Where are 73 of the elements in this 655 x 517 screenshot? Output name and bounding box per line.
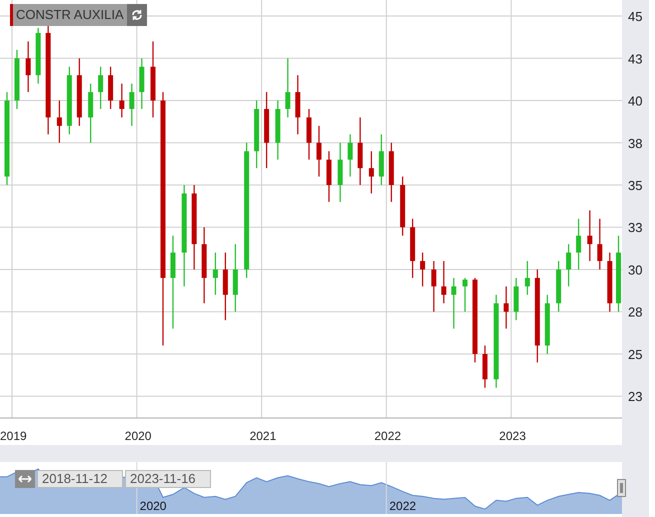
candle <box>295 75 300 134</box>
end-date-field[interactable]: 2023-11-16 <box>125 470 211 488</box>
candle <box>88 84 94 143</box>
instrument-label: CONSTR AUXILIA <box>13 4 127 26</box>
candle <box>451 278 456 329</box>
y-axis-label: 25 <box>628 346 642 362</box>
candle <box>316 126 322 177</box>
candle <box>36 28 41 84</box>
candle <box>544 294 550 354</box>
y-axis-label: 28 <box>628 304 642 320</box>
candle <box>139 58 144 109</box>
y-axis-label: 43 <box>628 51 642 66</box>
candle <box>388 142 394 202</box>
candle <box>576 218 582 270</box>
candle <box>348 134 353 177</box>
candle <box>98 66 104 109</box>
y-axis-label: 38 <box>628 136 642 151</box>
candle <box>524 261 530 295</box>
candle <box>504 286 509 329</box>
candle <box>66 66 72 134</box>
candle <box>285 58 290 118</box>
candle <box>254 100 260 168</box>
navigator-year-label: 2022 <box>389 499 416 513</box>
candle <box>514 278 519 320</box>
candle <box>441 261 446 304</box>
x-axis-label: 2020 <box>124 429 152 443</box>
candle <box>338 142 343 202</box>
candle <box>212 252 218 295</box>
candle <box>76 58 82 126</box>
candle <box>587 210 592 262</box>
y-axis-label: 40 <box>628 94 642 109</box>
navigator-year-label: 2020 <box>140 499 166 513</box>
x-axis-label: 2021 <box>250 429 276 443</box>
candle <box>400 176 406 236</box>
color-marker <box>10 4 13 26</box>
candle <box>108 66 114 109</box>
candle <box>232 244 238 312</box>
candle <box>14 50 20 109</box>
refresh-icon <box>130 9 143 21</box>
y-axis-label: 45 <box>628 9 642 24</box>
start-date-field[interactable]: 2018-11-12 <box>37 470 123 488</box>
candle <box>358 117 363 185</box>
range-handle[interactable] <box>617 479 626 497</box>
candle <box>222 252 228 320</box>
range-button[interactable] <box>15 470 35 488</box>
y-axis-label: 33 <box>628 220 642 236</box>
candle <box>306 108 312 160</box>
candle <box>26 41 31 92</box>
candle <box>431 261 436 312</box>
candle <box>119 84 124 118</box>
refresh-button[interactable] <box>126 4 147 26</box>
candle <box>607 252 612 312</box>
x-axis-label: 2023 <box>499 429 526 443</box>
candle <box>566 244 572 286</box>
x-axis-label: 2019 <box>0 429 27 443</box>
y-axis-label: 23 <box>628 389 642 404</box>
candle <box>462 278 468 312</box>
candle <box>129 84 134 126</box>
candle <box>420 252 426 286</box>
candle <box>326 151 332 202</box>
candle <box>275 100 280 160</box>
x-axis-label: 2022 <box>374 429 402 443</box>
candle <box>368 151 374 194</box>
candle <box>56 100 62 143</box>
candle <box>482 346 488 388</box>
side-panel <box>622 462 649 517</box>
candle <box>378 134 384 185</box>
candle <box>410 218 416 278</box>
y-axis-label: 35 <box>628 178 642 193</box>
y-axis-label: 30 <box>628 262 642 278</box>
candle <box>597 218 602 270</box>
candle <box>556 261 562 312</box>
double-arrow-icon <box>18 475 32 483</box>
